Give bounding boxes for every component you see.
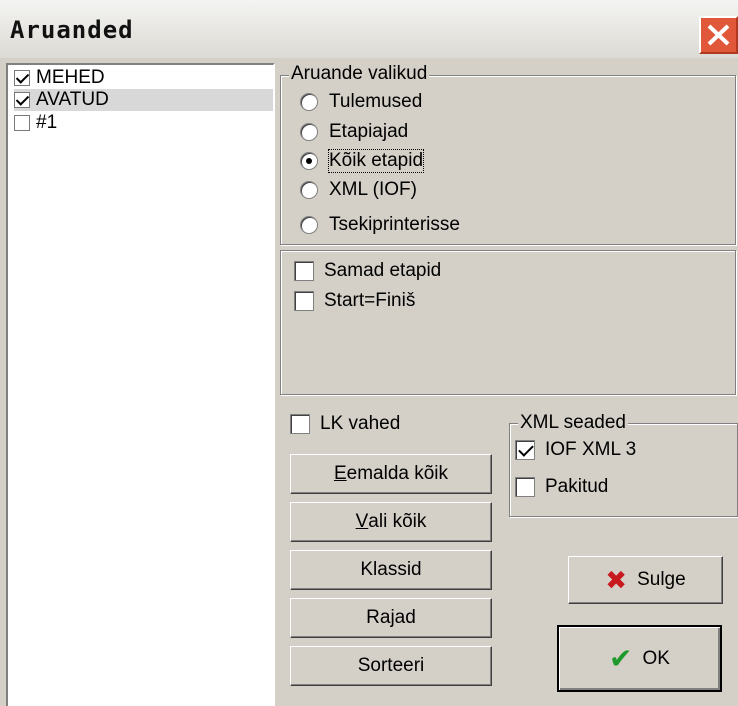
list-item[interactable]: #1 bbox=[14, 112, 273, 134]
close-icon bbox=[707, 24, 730, 46]
button-label: Sorteeri bbox=[357, 655, 425, 676]
mnemonic-e: E bbox=[333, 463, 347, 484]
packed-checkbox[interactable]: Pakitud bbox=[515, 474, 608, 500]
remove-all-button[interactable]: Eemalda kõik bbox=[290, 454, 492, 494]
button-label: ali kõik bbox=[368, 511, 427, 532]
cross-icon: ✖ bbox=[605, 565, 628, 595]
radio-split-times[interactable]: Etapiajad bbox=[300, 119, 408, 145]
courses-button[interactable]: Rajad bbox=[290, 598, 492, 638]
button-label: emalda kõik bbox=[346, 463, 449, 484]
radio-xml-iof[interactable]: XML (IOF) bbox=[300, 177, 417, 203]
close-button[interactable]: ✖ Sulge bbox=[568, 556, 723, 604]
radio-receipt-printer[interactable]: Tsekiprinterisse bbox=[300, 212, 460, 238]
checkbox-box[interactable] bbox=[515, 477, 535, 497]
page-breaks-checkbox[interactable]: LK vahed bbox=[290, 411, 400, 437]
radio-results[interactable]: Tulemused bbox=[300, 89, 422, 115]
xml-settings-legend: XML seaded bbox=[518, 412, 628, 434]
classes-button[interactable]: Klassid bbox=[290, 550, 492, 590]
radio-button[interactable] bbox=[300, 93, 318, 111]
radio-button[interactable] bbox=[300, 181, 318, 199]
radio-all-stages[interactable]: Kõik etapid bbox=[300, 148, 425, 174]
button-label: OK bbox=[642, 647, 670, 669]
list-item[interactable]: MEHED bbox=[14, 67, 273, 89]
checkbox-label: Start=Finiš bbox=[324, 290, 416, 311]
checkbox-label: Samad etapid bbox=[324, 260, 442, 281]
mnemonic-v: V bbox=[355, 511, 369, 532]
button-label: Rajad bbox=[366, 607, 416, 628]
checkbox-label: LK vahed bbox=[320, 413, 401, 434]
same-stages-checkbox[interactable]: Samad etapid bbox=[294, 258, 441, 284]
radio-button[interactable] bbox=[300, 123, 318, 141]
list-item-label: #1 bbox=[36, 112, 58, 133]
radio-label: Tsekiprinterisse bbox=[329, 214, 460, 235]
checkmark-icon: ✔ bbox=[609, 642, 633, 674]
checkbox-label: Pakitud bbox=[545, 476, 609, 497]
window-title: Aruanded bbox=[10, 16, 134, 44]
start-finish-checkbox[interactable]: Start=Finiš bbox=[294, 288, 415, 314]
select-all-button[interactable]: Vali kõik bbox=[290, 502, 492, 542]
title-bar: Aruanded bbox=[0, 0, 738, 58]
list-item-label: MEHED bbox=[36, 67, 105, 88]
list-item-checkbox[interactable] bbox=[14, 115, 30, 131]
report-options-legend: Aruande valikud bbox=[289, 63, 430, 85]
radio-button[interactable] bbox=[300, 216, 318, 234]
sort-button[interactable]: Sorteeri bbox=[290, 646, 492, 686]
close-window-button[interactable] bbox=[699, 16, 738, 54]
checkbox-box[interactable] bbox=[294, 261, 314, 281]
checkbox-label: IOF XML 3 bbox=[545, 439, 637, 460]
checkbox-box[interactable] bbox=[294, 291, 314, 311]
radio-label: Tulemused bbox=[329, 91, 423, 112]
button-label: Sulge bbox=[637, 569, 686, 590]
checkbox-box[interactable] bbox=[290, 414, 310, 434]
list-item-checkbox[interactable] bbox=[14, 92, 30, 108]
iof-xml3-checkbox[interactable]: IOF XML 3 bbox=[515, 437, 636, 463]
list-item-label: AVATUD bbox=[36, 89, 109, 110]
class-list[interactable]: MEHED AVATUD #1 bbox=[6, 63, 275, 706]
button-label: Klassid bbox=[360, 559, 422, 580]
radio-label: Etapiajad bbox=[329, 121, 409, 142]
radio-button[interactable] bbox=[300, 152, 318, 170]
radio-label: Kõik etapid bbox=[327, 149, 425, 173]
checkbox-box[interactable] bbox=[515, 440, 535, 460]
list-item-checkbox[interactable] bbox=[14, 70, 30, 86]
ok-button[interactable]: ✔ OK bbox=[557, 625, 722, 692]
radio-label: XML (IOF) bbox=[329, 179, 417, 200]
list-item[interactable]: AVATUD bbox=[14, 89, 273, 111]
